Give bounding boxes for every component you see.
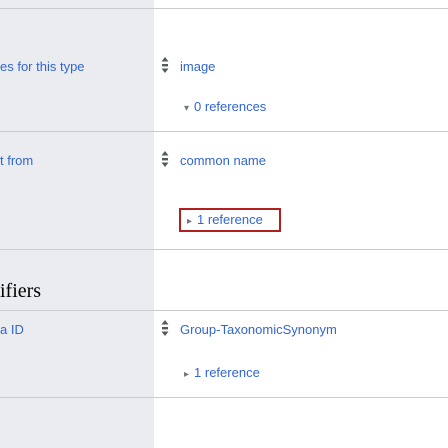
references-label: 0 references	[194, 99, 267, 114]
divider	[0, 249, 448, 250]
references-label: 1 reference	[197, 212, 263, 227]
property-link[interactable]: t from	[0, 153, 33, 168]
references-toggle[interactable]: ▸ 1 reference	[184, 365, 260, 380]
property-link[interactable]: es for this type	[0, 59, 85, 74]
chevron-right-icon: ▸	[187, 216, 193, 227]
rank-normal-icon[interactable]	[160, 150, 170, 168]
property-link[interactable]: a ID	[0, 322, 24, 337]
chevron-right-icon: ▸	[184, 369, 190, 380]
divider	[0, 8, 448, 9]
section-heading: ifiers	[0, 280, 42, 302]
references-label: 1 reference	[194, 365, 260, 380]
statement-value[interactable]: common name	[180, 153, 266, 168]
rank-normal-icon[interactable]	[160, 319, 170, 337]
statement-value[interactable]: image	[180, 59, 215, 74]
divider	[0, 310, 448, 311]
chevron-down-icon: ▾	[184, 103, 190, 114]
divider	[0, 397, 448, 398]
references-toggle[interactable]: ▾ 0 references	[184, 99, 266, 114]
references-toggle[interactable]: ▸ 1 reference	[179, 208, 281, 232]
rank-normal-icon[interactable]	[160, 56, 170, 74]
divider	[0, 131, 448, 132]
statement-value[interactable]: Group-TaxonomicSynonym	[180, 322, 337, 337]
